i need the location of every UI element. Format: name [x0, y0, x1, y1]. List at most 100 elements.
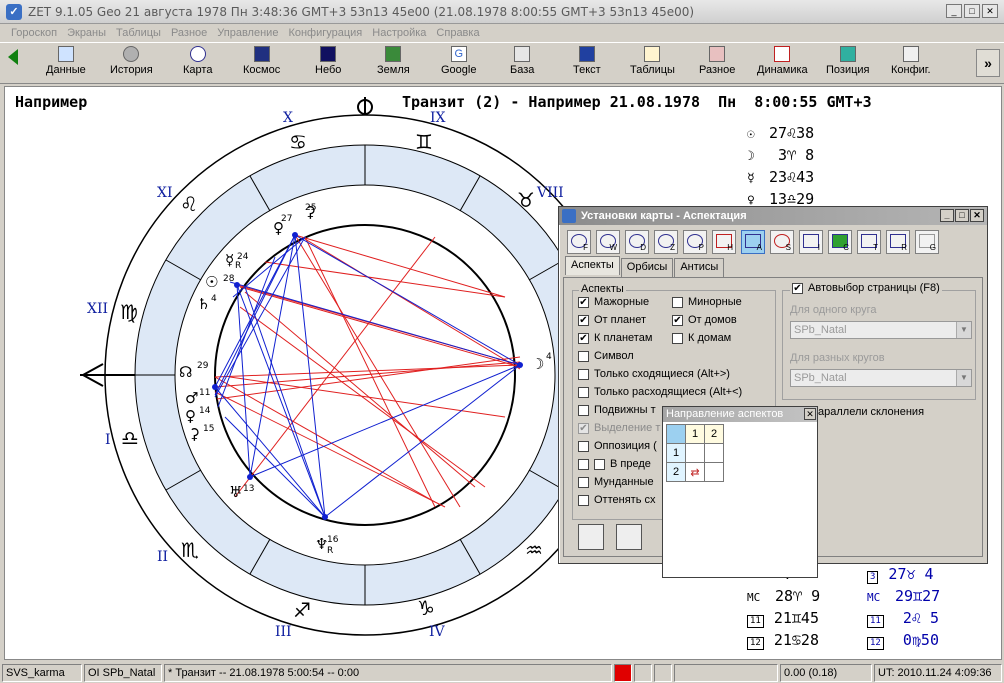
table-view-button[interactable]	[578, 524, 604, 550]
shade-checkbox[interactable]: Оттенять сх	[578, 494, 655, 506]
ceres-degree: 15	[203, 424, 214, 434]
pluto-degree: 25	[305, 203, 316, 213]
within-checkbox[interactable]: В преде	[578, 458, 651, 470]
to-planets-checkbox[interactable]: ✔ К планетам	[578, 332, 652, 344]
minor-checkbox[interactable]: Минорные	[672, 296, 742, 308]
diff-circles-select[interactable]: SPb_Natal ▼	[790, 369, 972, 387]
neptune-dot	[322, 514, 328, 520]
direction-cell[interactable]	[704, 443, 724, 463]
page-f-button[interactable]: F	[567, 230, 591, 254]
applying-only-checkbox[interactable]: Только сходящиеся (Alt+>)	[578, 368, 730, 380]
page-d-button[interactable]: D	[625, 230, 649, 254]
page-r-button[interactable]: R	[886, 230, 910, 254]
page-h-button[interactable]: H	[712, 230, 736, 254]
horoscope-wheel[interactable]: I II III IV VIII IX X XI XII ♋ ♊ ♉ ♌ ♍ ♎…	[5, 87, 565, 660]
close-button[interactable]: ✕	[982, 4, 998, 18]
menu-settings[interactable]: Настройка	[367, 27, 431, 39]
menu-configuration[interactable]: Конфигурация	[283, 27, 367, 39]
mars-icon: ♂	[185, 389, 198, 407]
toolbar-dynamics-button[interactable]: Динамика	[757, 46, 808, 76]
page-a-button[interactable]: A	[741, 230, 765, 254]
mundane-checkbox[interactable]: Мунданные	[578, 476, 654, 488]
highlight-checkbox[interactable]: ✔ Выделение т	[578, 422, 660, 434]
toolbar-data-button[interactable]: Данные	[46, 46, 86, 76]
parallels-label[interactable]: араллели склонения	[818, 406, 924, 418]
text-icon	[578, 46, 595, 62]
status-ut: UT: 2010.11.24 4:09:36	[874, 663, 1002, 682]
toolbar-config-button[interactable]: Конфиг.	[891, 46, 931, 76]
dialog-maximize-button[interactable]: □	[955, 209, 969, 222]
dialog-minimize-button[interactable]: _	[940, 209, 954, 222]
symbol-checkbox[interactable]: Символ	[578, 350, 634, 362]
toolbar-cosmos-button[interactable]: Космос	[243, 46, 280, 76]
popup-title-bar[interactable]: Направление аспектов ✕	[663, 407, 817, 422]
menu-tables[interactable]: Таблицы	[111, 27, 166, 39]
to-houses-checkbox[interactable]: К домам	[672, 332, 731, 344]
popup-close-button[interactable]: ✕	[804, 408, 816, 420]
toolbar-misc-button[interactable]: Разное	[699, 46, 735, 76]
toolbar-earth-button[interactable]: Земля	[377, 46, 410, 76]
minimize-button[interactable]: _	[946, 4, 962, 18]
toolbar-tables-button[interactable]: Таблицы	[630, 46, 675, 76]
maximize-button[interactable]: □	[964, 4, 980, 18]
dialog-app-icon	[562, 209, 576, 223]
status-record-indicator[interactable]	[614, 663, 632, 682]
toolbar-sky-button[interactable]: Небо	[315, 46, 341, 76]
house-iv-label: IV	[429, 624, 446, 640]
toolbar-database-button[interactable]: База	[510, 46, 534, 76]
menu-screens[interactable]: Экраны	[62, 27, 111, 39]
separating-only-checkbox[interactable]: Только расходящиеся (Alt+<)	[578, 386, 742, 398]
app-icon[interactable]: ✓	[6, 3, 22, 20]
direction-cell[interactable]: ⇄	[685, 462, 705, 482]
cusp-right-row: 3 27♉ 4	[867, 565, 934, 584]
toolbar-chart-button[interactable]: Карта	[183, 46, 212, 76]
page-s-button[interactable]: S	[770, 230, 794, 254]
aspect-direction-popup[interactable]: Направление аспектов ✕ 12 1 2 ⇄	[662, 406, 818, 578]
menu-help[interactable]: Справка	[431, 27, 484, 39]
menu-horoscope[interactable]: Гороскоп	[6, 27, 62, 39]
status-transit: * Транзит -- 21.08.1978 5:00:54 -- 0:00	[164, 663, 612, 682]
page-z-button[interactable]: Z	[654, 230, 678, 254]
position-icon	[839, 46, 856, 62]
dialog-title-bar[interactable]: Установки карты - Аспектация _ □ ✕	[559, 207, 987, 225]
page-c-button[interactable]: C	[828, 230, 852, 254]
toolbar-position-button[interactable]: Позиция	[826, 46, 870, 76]
tab-antiscia[interactable]: Антисы	[674, 258, 725, 277]
dialog-close-button[interactable]: ✕	[970, 209, 984, 222]
moon-degree: 4	[546, 352, 552, 362]
toolbar-text-button[interactable]: Текст	[573, 46, 601, 76]
status-value: 0.00 (0.18)	[780, 663, 872, 682]
direction-grid[interactable]: 12 1 2 ⇄	[666, 424, 724, 482]
menu-control[interactable]: Управление	[212, 27, 283, 39]
moon-dot	[517, 362, 523, 368]
opposition-checkbox[interactable]: Оппозиция (	[578, 440, 657, 452]
page-w-button[interactable]: W	[596, 230, 620, 254]
direction-cell[interactable]	[685, 443, 705, 463]
tab-orbs[interactable]: Орбисы	[620, 258, 674, 277]
window-title: ZET 9.1.05 Geo 21 августа 1978 Пн 3:48:3…	[28, 4, 695, 19]
dynamics-icon	[774, 46, 791, 62]
toolbar-google-button[interactable]: G Google	[441, 46, 476, 76]
direction-cell[interactable]	[704, 462, 724, 482]
page-g-button[interactable]: G	[915, 230, 939, 254]
auto-select-checkbox[interactable]: ✔ Автовыбор страницы (F8)	[790, 282, 942, 294]
page-i-button[interactable]: I	[799, 230, 823, 254]
from-houses-checkbox[interactable]: ✔ От домов	[672, 314, 737, 326]
from-planets-checkbox[interactable]: ✔ От планет	[578, 314, 646, 326]
tab-aspects[interactable]: Аспекты	[565, 256, 620, 275]
toolbar-more-button[interactable]: »	[976, 49, 1000, 77]
back-arrow-icon[interactable]	[8, 49, 18, 65]
venus-icon: ♀	[185, 407, 196, 425]
chevron-down-icon: ▼	[956, 370, 971, 386]
menu-misc[interactable]: Разное	[166, 27, 212, 39]
toolbar-history-button[interactable]: История	[110, 46, 153, 76]
moving-checkbox[interactable]: Подвижны т	[578, 404, 656, 416]
mars-degree: 11	[199, 388, 210, 398]
page-t-button[interactable]: T	[857, 230, 881, 254]
dialog-icon-row: F W D Z P H A S I C T R G	[567, 230, 939, 254]
major-checkbox[interactable]: ✔ Мажорные	[578, 296, 649, 308]
page-p-button[interactable]: P	[683, 230, 707, 254]
one-circle-select[interactable]: SPb_Natal ▼	[790, 321, 972, 339]
list-view-button[interactable]	[616, 524, 642, 550]
aquarius-icon: ♒	[525, 538, 543, 562]
